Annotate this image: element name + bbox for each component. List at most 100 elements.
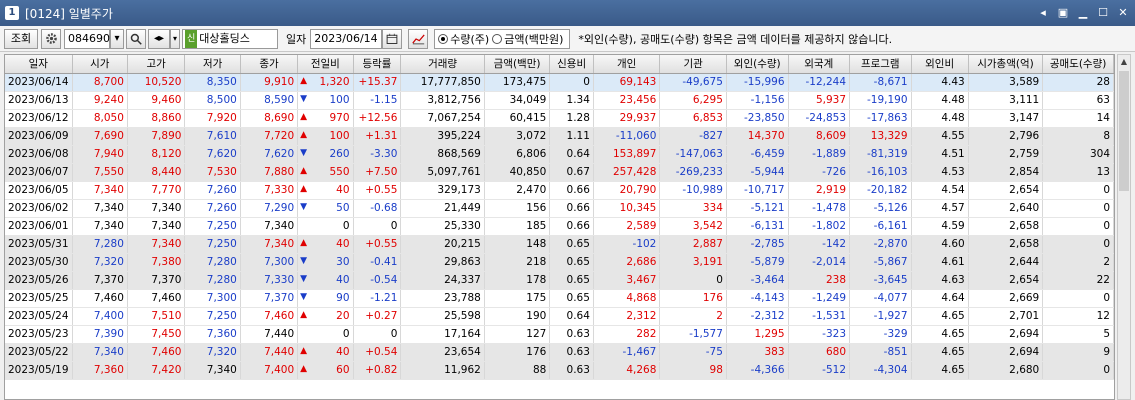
column-header[interactable]: 금액(백만) — [484, 55, 551, 74]
speaker-icon[interactable]: ◂▸ — [148, 28, 170, 49]
cell-value: 4.60 — [941, 238, 965, 250]
table-row[interactable]: 2023/06/01 7,340 7,340 7,250 7,340 0 0 25,330 18… — [5, 217, 1114, 236]
cell-foreign: 383 — [726, 343, 789, 362]
cell-value: 0 — [716, 274, 723, 286]
cell-value: 7,340 — [93, 202, 124, 214]
cell-short: 2 — [1042, 253, 1114, 272]
table-row[interactable]: 2023/06/08 7,940 8,120 7,620 7,620 ▼ 260 -3.30 8… — [5, 145, 1114, 164]
cell-value: -4,143 — [750, 292, 785, 304]
table-row[interactable]: 2023/05/22 7,340 7,460 7,320 7,440 ▲ 40 +0.54 23… — [5, 343, 1114, 362]
table-row[interactable]: 2023/05/19 7,360 7,420 7,340 7,400 ▲ 60 +0.82 11… — [5, 361, 1114, 380]
table-row[interactable]: 2023/06/13 9,240 9,460 8,500 8,590 ▼ 100 -1.15 3… — [5, 91, 1114, 110]
cell-value: 7,250 — [206, 310, 237, 322]
cell-low: 7,340 — [184, 361, 241, 380]
table-row[interactable]: 2023/05/30 7,320 7,380 7,280 7,300 ▼ 30 -0.41 29… — [5, 253, 1114, 272]
speaker-dropdown-icon[interactable]: ▾ — [170, 28, 180, 49]
cell-value: 4.57 — [941, 202, 965, 214]
cell-value: 304 — [1089, 148, 1110, 160]
cell-value: 2,796 — [1009, 130, 1040, 142]
radio-quantity[interactable]: 수량(주) — [438, 31, 489, 47]
column-header[interactable]: 기관 — [659, 55, 727, 74]
cell-foreign: -6,459 — [726, 145, 789, 164]
column-header[interactable]: 신용비 — [549, 55, 594, 74]
column-header[interactable]: 시가 — [72, 55, 128, 74]
cell-volume: 29,863 — [400, 253, 485, 272]
cell-fratio: 4.65 — [911, 361, 969, 380]
table-row[interactable]: 2023/06/02 7,340 7,340 7,260 7,290 ▼ 50 -0.68 21… — [5, 199, 1114, 218]
column-header[interactable]: 종가 — [240, 55, 299, 74]
cell-change: ▲ 60 — [297, 361, 354, 380]
column-header[interactable]: 고가 — [127, 55, 186, 74]
cell-program: -17,863 — [849, 109, 912, 128]
scroll-up-icon[interactable]: ▲ — [1118, 55, 1130, 69]
column-header[interactable]: 시가총액(억) — [968, 55, 1044, 74]
cell-value: 8,590 — [264, 94, 295, 106]
column-header[interactable]: 외인비 — [911, 55, 969, 74]
query-button[interactable]: 조회 — [4, 28, 38, 49]
cell-value: 0.65 — [566, 292, 590, 304]
column-header[interactable]: 개인 — [593, 55, 661, 74]
table-row[interactable]: 2023/06/09 7,690 7,890 7,610 7,720 ▲ 100 +1.31 3… — [5, 127, 1114, 146]
stock-code-input[interactable]: 084690 — [64, 28, 110, 49]
gear-icon[interactable] — [41, 28, 61, 49]
cell-indiv: 282 — [593, 325, 661, 344]
column-header[interactable]: 일자 — [5, 55, 73, 74]
cell-short: 0 — [1042, 181, 1114, 200]
cell-value: 2023/05/25 — [8, 292, 69, 304]
table-row[interactable]: 2023/06/12 8,050 8,860 7,920 8,690 ▲ 970 +12.56… — [5, 109, 1114, 128]
column-header[interactable]: 외국계 — [788, 55, 851, 74]
cell-low: 7,610 — [184, 127, 241, 146]
table-row[interactable]: 2023/06/07 7,550 8,440 7,530 7,880 ▲ 550 +7.50 5… — [5, 163, 1114, 182]
prev-icon[interactable]: ◂ — [1035, 5, 1051, 21]
column-header[interactable]: 외인(수량) — [726, 55, 789, 74]
daily-price-grid[interactable]: 일자 시가 고가 저가 종가 전일비 등락률 거래량 금액(백만) 신용비 개인 기관 외인(수량) 외국… — [4, 54, 1115, 400]
vertical-scrollbar[interactable]: ▲ — [1117, 54, 1131, 400]
code-dropdown-icon[interactable]: ▾ — [110, 28, 124, 49]
table-row[interactable]: 2023/06/05 7,340 7,770 7,260 7,330 ▲ 40 +0.55 32… — [5, 181, 1114, 200]
column-header[interactable]: 프로그램 — [849, 55, 912, 74]
date-input[interactable]: 2023/06/14 — [310, 28, 383, 49]
cell-value: 7,360 — [93, 364, 124, 376]
cell-change: ▼ 30 — [297, 253, 354, 272]
table-row[interactable]: 2023/06/14 8,700 10,520 8,350 9,910 ▲ 1,320 +15… — [5, 73, 1114, 92]
cell-short: 0 — [1042, 361, 1114, 380]
column-header[interactable]: 전일비 — [297, 55, 354, 74]
scroll-thumb[interactable] — [1119, 71, 1129, 191]
cell-rate: -0.68 — [353, 199, 402, 218]
cell-date: 2023/06/05 — [5, 181, 73, 200]
minimize-icon[interactable]: ▁ — [1075, 5, 1091, 21]
close-icon[interactable]: ✕ — [1115, 5, 1131, 21]
column-header[interactable]: 거래량 — [400, 55, 485, 74]
cell-value: 9,460 — [151, 94, 182, 106]
cell-inst: 3,542 — [659, 217, 727, 236]
cell-value: 23,456 — [619, 94, 657, 106]
cell-value: -1.21 — [370, 292, 398, 304]
up-arrow-icon: ▲ — [300, 130, 308, 140]
cell-value: 2023/05/26 — [8, 274, 69, 286]
cell-value: 7,610 — [206, 130, 237, 142]
table-row[interactable]: 2023/05/24 7,400 7,510 7,250 7,460 ▲ 20 +0.27 25… — [5, 307, 1114, 326]
table-row[interactable]: 2023/05/26 7,370 7,370 7,280 7,330 ▼ 40 -0.54 24… — [5, 271, 1114, 290]
cell-value: -5,867 — [873, 256, 908, 268]
table-row[interactable]: 2023/05/23 7,390 7,450 7,360 7,440 0 0 17,164 12… — [5, 325, 1114, 344]
radio-amount[interactable]: 금액(백만원) — [492, 31, 563, 47]
maximize-icon[interactable]: ☐ — [1095, 5, 1111, 21]
calendar-icon[interactable] — [382, 28, 403, 49]
cell-change: ▲ 100 — [297, 127, 354, 146]
cell-fratio: 4.57 — [911, 199, 969, 218]
column-header[interactable]: 저가 — [184, 55, 241, 74]
chart-icon[interactable] — [408, 28, 429, 49]
table-row[interactable]: 2023/05/25 7,460 7,460 7,300 7,370 ▼ 90 -1.21 23… — [5, 289, 1114, 308]
cell-credit: 1.34 — [549, 91, 594, 110]
menu-icon[interactable]: ▣ — [1055, 5, 1071, 21]
table-row[interactable]: 2023/05/31 7,280 7,340 7,250 7,340 ▲ 40 +0.55 20… — [5, 235, 1114, 254]
stock-name-field[interactable]: 신 대상홀딩스 — [182, 28, 278, 49]
cell-rate: +1.31 — [353, 127, 402, 146]
cell-foreign: -2,785 — [726, 235, 789, 254]
cell-value: 12 — [1096, 310, 1110, 322]
cell-mcap: 2,759 — [968, 145, 1044, 164]
column-header[interactable]: 공매도(수량) — [1042, 55, 1114, 74]
search-icon[interactable] — [126, 28, 146, 49]
cell-short: 63 — [1042, 91, 1114, 110]
column-header[interactable]: 등락률 — [353, 55, 402, 74]
